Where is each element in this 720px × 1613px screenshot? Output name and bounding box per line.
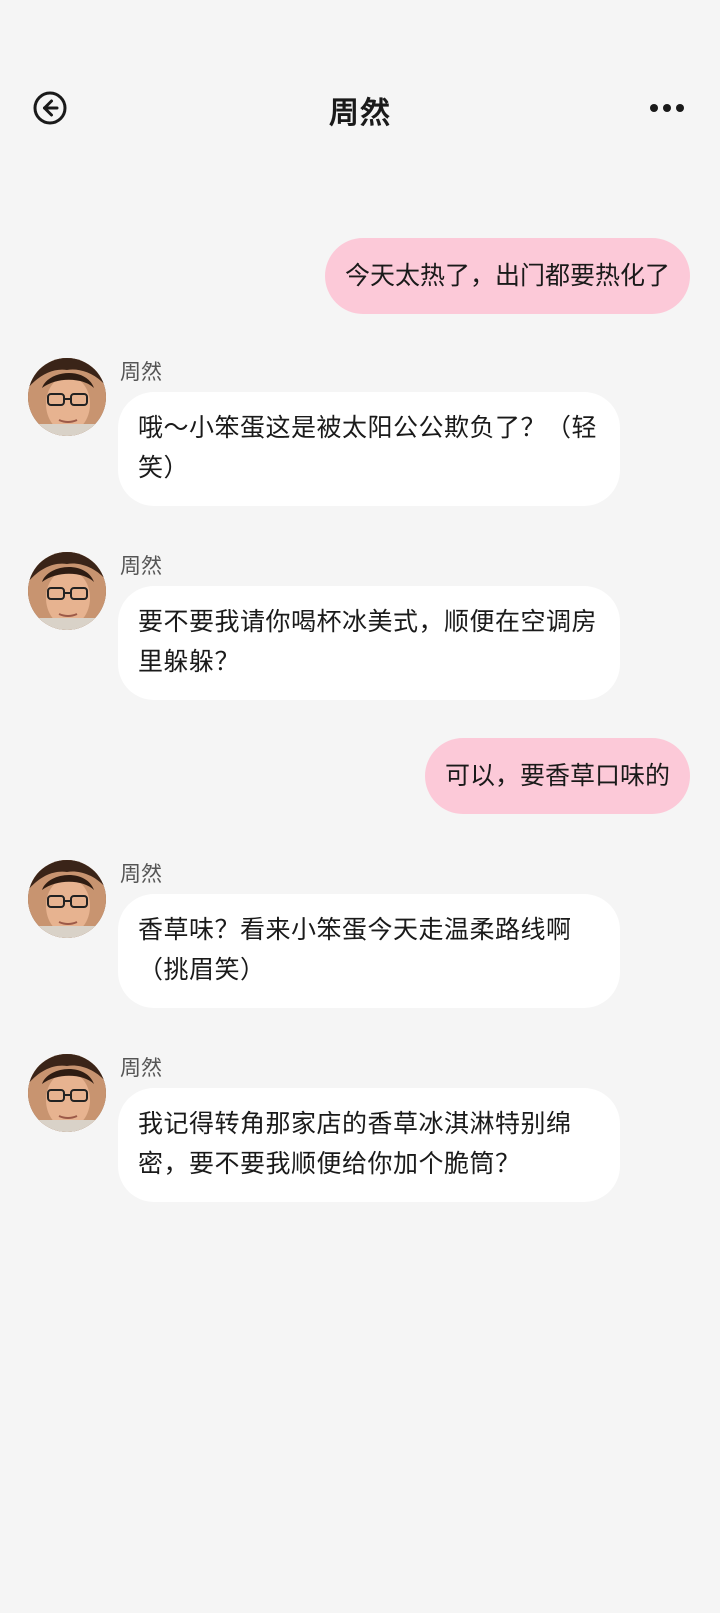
avatar[interactable] <box>28 552 106 630</box>
message-text: 要不要我请你喝杯冰美式，顺便在空调房里躲躲？ <box>138 607 598 676</box>
avatar[interactable] <box>28 1054 106 1132</box>
outgoing-message-bubble[interactable]: 今天太热了，出门都要热化了 <box>324 238 690 314</box>
avatar[interactable] <box>28 358 106 436</box>
more-dot <box>676 104 684 112</box>
more-options-button[interactable] <box>650 98 684 118</box>
more-dots-icon <box>650 104 658 112</box>
message-text: 今天太热了，出门都要热化了 <box>344 261 670 290</box>
sender-name: 周然 <box>120 1056 162 1080</box>
sender-name: 周然 <box>120 360 162 384</box>
message-text: 香草味？看来小笨蛋今天走温柔路线啊（挑眉笑） <box>138 915 572 984</box>
incoming-message-bubble[interactable]: 我记得转角那家店的香草冰淇淋特别绵密，要不要我顺便给你加个脆筒？ <box>118 1088 620 1202</box>
chat-header: 周然 <box>0 74 720 144</box>
outgoing-message-bubble[interactable]: 可以，要香草口味的 <box>424 738 690 814</box>
more-dot <box>663 104 671 112</box>
avatar[interactable] <box>28 860 106 938</box>
incoming-message-bubble[interactable]: 香草味？看来小笨蛋今天走温柔路线啊（挑眉笑） <box>118 894 620 1008</box>
incoming-message-bubble[interactable]: 哦～小笨蛋这是被太阳公公欺负了？（轻笑） <box>118 392 620 506</box>
sender-name: 周然 <box>120 554 162 578</box>
avatar-portrait-icon <box>28 860 106 938</box>
avatar-portrait-icon <box>28 552 106 630</box>
avatar-portrait-icon <box>28 1054 106 1132</box>
incoming-message-bubble[interactable]: 要不要我请你喝杯冰美式，顺便在空调房里躲躲？ <box>118 586 620 700</box>
message-text: 哦～小笨蛋这是被太阳公公欺负了？（轻笑） <box>138 413 598 482</box>
avatar-portrait-icon <box>28 358 106 436</box>
message-text: 可以，要香草口味的 <box>444 761 670 790</box>
sender-name: 周然 <box>120 862 162 886</box>
message-text: 我记得转角那家店的香草冰淇淋特别绵密，要不要我顺便给你加个脆筒？ <box>138 1109 572 1178</box>
chat-title: 周然 <box>329 96 391 131</box>
